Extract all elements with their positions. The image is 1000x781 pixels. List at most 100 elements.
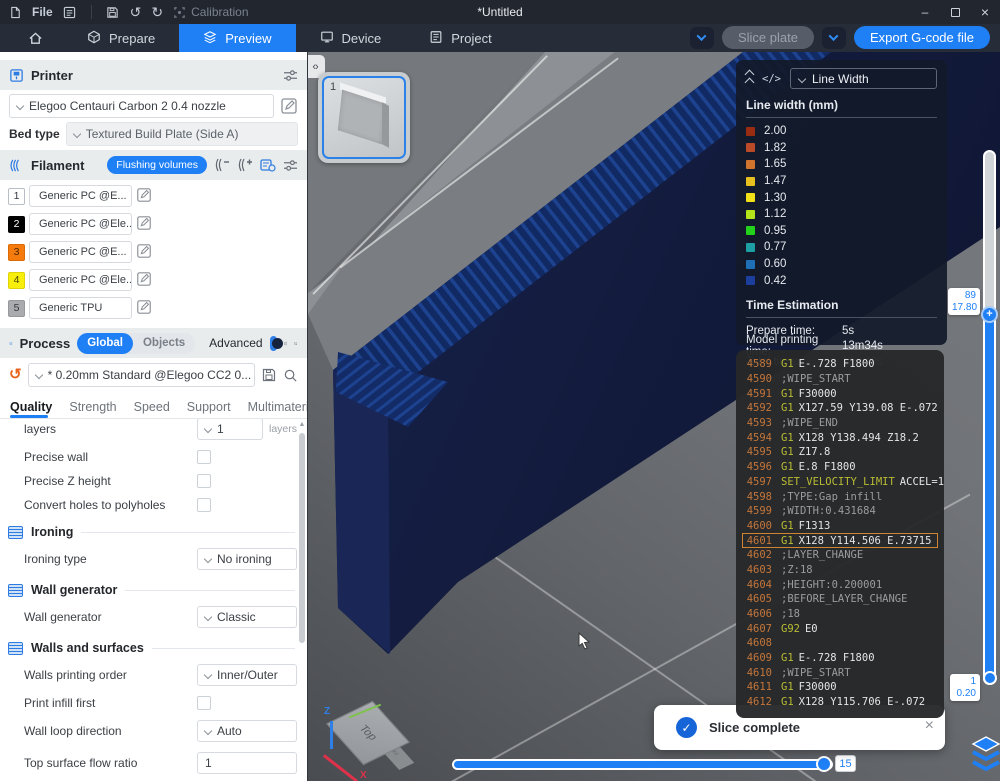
flushing-volumes-button[interactable]: Flushing volumes xyxy=(107,156,207,174)
slice-plate-button[interactable]: Slice plate xyxy=(721,26,814,49)
tab-multimaterial[interactable]: Multimaterial xyxy=(248,400,307,418)
layer-slider-bottom-handle[interactable] xyxy=(983,671,997,685)
filament-settings-icon[interactable] xyxy=(283,159,298,172)
filament-color-badge[interactable]: 1 xyxy=(8,187,25,205)
printer-settings-icon[interactable] xyxy=(283,69,298,82)
view-type-select[interactable]: Line Width xyxy=(789,68,937,89)
bed-type-select[interactable]: Textured Build Plate (Side A) xyxy=(65,122,298,146)
gcode-line[interactable]: 4608 xyxy=(742,636,938,651)
scope-global-button[interactable]: Global xyxy=(77,332,133,354)
menu-list-icon[interactable] xyxy=(63,5,77,19)
filament-color-badge[interactable]: 5 xyxy=(8,299,25,317)
redo-icon[interactable]: ↻ xyxy=(151,5,163,19)
filament-select[interactable]: Generic PC @Ele... xyxy=(29,213,132,235)
reset-preset-icon[interactable]: ↺ xyxy=(9,367,22,382)
filament-select[interactable]: Generic PC @E... xyxy=(29,241,132,263)
add-filament-icon[interactable] xyxy=(237,158,253,172)
gcode-line[interactable]: 4599 ;WIDTH:0.431684 xyxy=(742,504,938,519)
filament-select[interactable]: Generic PC @E... xyxy=(29,185,132,207)
viewport-3d[interactable]: ‹› 1 </> Line Width Line width (mm) 2.00… xyxy=(308,52,1000,781)
gcode-line[interactable]: 4607 G92 E0 xyxy=(742,621,938,636)
search-replace-icon[interactable]: AB xyxy=(294,337,298,350)
expand-settings-icon[interactable] xyxy=(283,337,288,350)
edit-filament-icon[interactable] xyxy=(136,299,152,318)
save-icon[interactable] xyxy=(106,5,120,19)
scope-objects-button[interactable]: Objects xyxy=(133,333,195,354)
setting-select[interactable]: Classic xyxy=(197,606,297,628)
edit-filament-icon[interactable] xyxy=(136,271,152,290)
gcode-line[interactable]: 4605 ;BEFORE_LAYER_CHANGE xyxy=(742,592,938,607)
checkbox[interactable] xyxy=(197,696,211,710)
filament-color-badge[interactable]: 3 xyxy=(8,243,25,261)
gcode-line[interactable]: 4597 SET_VELOCITY_LIMIT ACCEL=10000 xyxy=(742,475,944,490)
orientation-cube[interactable]: Front Top Z X xyxy=(318,694,415,781)
maximize-button[interactable] xyxy=(940,0,970,24)
gcode-viewer-icon[interactable]: </> xyxy=(762,73,781,85)
filament-select[interactable]: Generic TPU xyxy=(29,297,132,319)
gcode-line[interactable]: 4602 ;LAYER_CHANGE xyxy=(742,548,938,563)
gcode-line[interactable]: 4612 G1 X128 Y115.706 E-.072 xyxy=(742,695,938,710)
tab-device[interactable]: Device xyxy=(296,24,406,52)
setting-select[interactable]: Inner/Outer xyxy=(197,664,297,686)
sync-filament-icon[interactable] xyxy=(260,158,276,172)
gcode-line[interactable]: 4590 ;WIPE_START xyxy=(742,372,938,387)
remove-filament-icon[interactable] xyxy=(214,158,230,172)
setting-select[interactable]: No ironing xyxy=(197,548,297,570)
gcode-line[interactable]: 4598 ;TYPE:Gap infill xyxy=(742,489,938,504)
scrollbar[interactable]: ▲ ▼ xyxy=(298,421,306,781)
layers-logo-icon[interactable] xyxy=(971,735,1000,777)
export-options-dropdown[interactable] xyxy=(821,26,846,49)
scroll-up-icon[interactable]: ▲ xyxy=(298,421,306,429)
gcode-line[interactable]: 4606 ;18 xyxy=(742,607,938,622)
search-settings-icon[interactable] xyxy=(283,368,298,383)
gcode-line[interactable]: 4610 ;WIPE_START xyxy=(742,665,938,680)
tab-support[interactable]: Support xyxy=(187,400,231,418)
edit-printer-icon[interactable] xyxy=(280,97,298,115)
move-slider-track[interactable] xyxy=(452,759,833,770)
gcode-line[interactable]: 4603 ;Z:18 xyxy=(742,563,938,578)
slice-options-dropdown[interactable] xyxy=(689,26,714,49)
export-gcode-button[interactable]: Export G-code file xyxy=(853,26,990,49)
filament-select[interactable]: Generic PC @Ele... xyxy=(29,269,132,291)
gcode-panel[interactable]: 4589 G1 E-.728 F1800 4590 ;WIPE_START 4591 G1 F… xyxy=(736,350,944,718)
layer-slider-top-handle[interactable]: + xyxy=(981,306,998,323)
setting-select[interactable]: 1 xyxy=(197,419,263,440)
save-preset-icon[interactable] xyxy=(261,367,277,383)
calibration-button[interactable]: Calibration xyxy=(173,5,249,19)
gcode-line[interactable]: 4591 G1 F30000 xyxy=(742,386,938,401)
toast-close-icon[interactable]: × xyxy=(925,718,934,734)
tab-quality[interactable]: Quality xyxy=(10,400,52,418)
gcode-line[interactable]: 4593 ;WIPE_END xyxy=(742,416,938,431)
tab-project[interactable]: Project xyxy=(405,24,515,52)
checkbox[interactable] xyxy=(197,450,211,464)
tab-prepare[interactable]: Prepare xyxy=(63,24,179,52)
gcode-line[interactable]: 4596 G1 E.8 F1800 xyxy=(742,460,938,475)
plate-thumbnail[interactable]: 1 xyxy=(318,72,410,163)
scrollbar-thumb[interactable] xyxy=(299,433,305,643)
checkbox[interactable] xyxy=(197,474,211,488)
checkbox[interactable] xyxy=(197,498,211,512)
gcode-line[interactable]: 4594 G1 X128 Y138.494 Z18.2 xyxy=(742,430,938,445)
edit-filament-icon[interactable] xyxy=(136,215,152,234)
tab-strength[interactable]: Strength xyxy=(69,400,116,418)
home-button[interactable] xyxy=(28,31,43,46)
edit-filament-icon[interactable] xyxy=(136,243,152,262)
minimize-button[interactable]: – xyxy=(910,0,940,24)
file-menu[interactable]: File xyxy=(32,5,53,19)
advanced-toggle[interactable] xyxy=(269,335,283,351)
tab-preview[interactable]: Preview xyxy=(179,24,296,52)
filament-color-badge[interactable]: 4 xyxy=(8,271,25,289)
gcode-line-highlighted[interactable]: 4601 G1 X128 Y114.506 E.73715 xyxy=(742,533,938,548)
printer-select[interactable]: Elegoo Centauri Carbon 2 0.4 nozzle xyxy=(9,94,274,118)
tab-speed[interactable]: Speed xyxy=(134,400,170,418)
close-button[interactable]: × xyxy=(970,0,1000,24)
undo-icon[interactable]: ↺ xyxy=(130,5,142,19)
setting-input[interactable]: 1 xyxy=(197,752,297,774)
collapse-legend-icon[interactable] xyxy=(744,69,755,88)
setting-select[interactable]: Auto xyxy=(197,720,297,742)
filament-color-badge[interactable]: 2 xyxy=(8,215,25,233)
process-preset-select[interactable]: * 0.20mm Standard @Elegoo CC2 0... xyxy=(27,363,255,387)
gcode-line[interactable]: 4595 G1 Z17.8 xyxy=(742,445,938,460)
gcode-line[interactable]: 4604 ;HEIGHT:0.200001 xyxy=(742,577,938,592)
edit-filament-icon[interactable] xyxy=(136,187,152,206)
